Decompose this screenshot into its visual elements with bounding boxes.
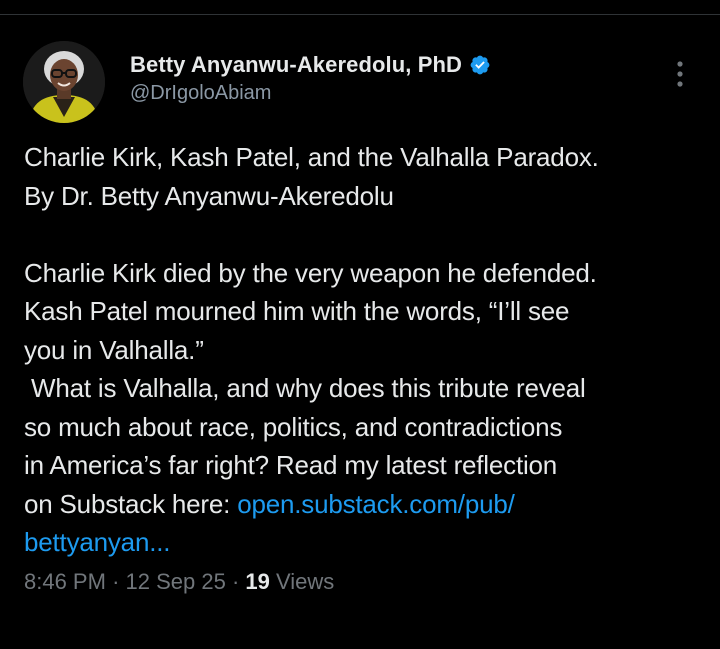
tweet-line: so much about race, politics, and contra… xyxy=(24,411,563,442)
avatar-image xyxy=(23,41,105,123)
more-options-icon[interactable] xyxy=(668,58,692,92)
views-count[interactable]: 19 xyxy=(245,569,269,594)
avatar[interactable] xyxy=(23,41,105,123)
tweet-line: you in Valhalla.” xyxy=(24,334,204,365)
tweet-line: What is Valhalla, and why does this trib… xyxy=(24,373,586,403)
tweet-date[interactable]: 12 Sep 25 xyxy=(126,569,226,594)
author-display-name[interactable]: Betty Anyanwu-Akeredolu, PhD xyxy=(130,52,462,78)
author-handle[interactable]: @DrIgoloAbiam xyxy=(130,82,271,105)
substack-link[interactable]: open.substack.com/pub/ xyxy=(237,489,515,519)
meta-separator: · xyxy=(112,569,120,594)
tweet-line: Charlie Kirk died by the very weapon he … xyxy=(24,257,597,288)
tweet-time[interactable]: 8:46 PM xyxy=(24,569,106,594)
tweet-line: Charlie Kirk, Kash Patel, and the Valhal… xyxy=(24,142,599,172)
tweet-line: in America’s far right? Read my latest r… xyxy=(24,450,558,480)
tweet-link-line: on Substack here: open.substack.com/pub/ xyxy=(24,485,704,524)
tweet-meta: 8:46 PM · 12 Sep 25 · 19 Views xyxy=(24,569,334,595)
top-divider xyxy=(0,14,720,15)
meta-separator: · xyxy=(231,569,240,594)
tweet-line: By Dr. Betty Anyanwu-Akeredolu xyxy=(24,180,394,211)
views-label[interactable]: Views xyxy=(276,569,334,594)
tweet-line: Kash Patel mourned him with the words, “… xyxy=(24,296,570,326)
substack-link-continued[interactable]: bettyanyan... xyxy=(24,527,170,557)
link-prefix-text: on Substack here: xyxy=(24,488,238,519)
tweet-text: Charlie Kirk, Kash Patel, and the Valhal… xyxy=(24,138,704,562)
verified-badge-icon[interactable] xyxy=(469,54,491,76)
author-name-row: Betty Anyanwu-Akeredolu, PhD xyxy=(130,50,491,80)
tweet-link-line: bettyanyan... xyxy=(24,523,704,562)
